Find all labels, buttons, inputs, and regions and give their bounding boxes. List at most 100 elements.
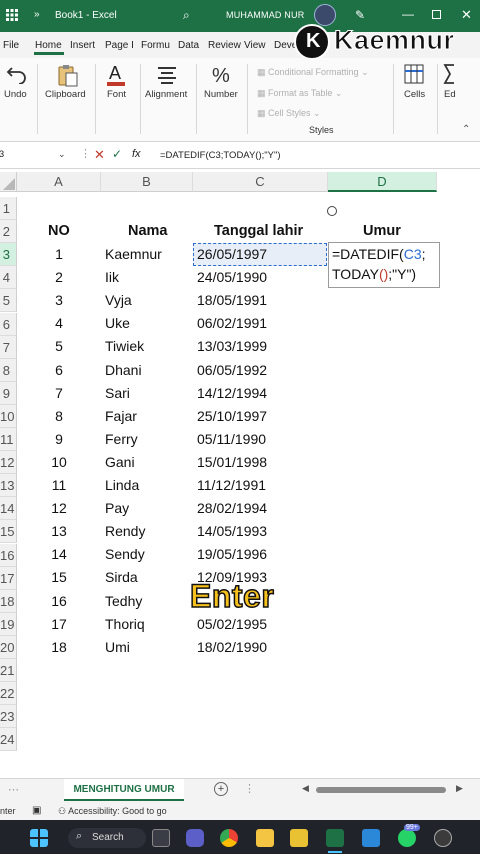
teams-icon[interactable] (186, 829, 204, 847)
cell-nama[interactable]: Sari (105, 385, 130, 401)
cell-no[interactable]: 3 (49, 292, 69, 308)
alignment-icon[interactable] (156, 65, 178, 85)
name-box[interactable]: D3 (0, 149, 12, 160)
clipboard-icon[interactable] (55, 63, 79, 87)
cell-tanggal-lahir[interactable]: 18/02/1990 (197, 639, 267, 655)
cell-nama[interactable]: Tedhy (105, 593, 142, 609)
cell-no[interactable]: 9 (49, 431, 69, 447)
select-all-corner[interactable] (0, 172, 17, 192)
add-sheet-icon[interactable]: + (214, 782, 228, 796)
cell-nama[interactable]: Linda (105, 477, 139, 493)
cell-tanggal-lahir[interactable]: 05/11/1990 (197, 431, 266, 447)
search-icon[interactable]: ⌕ (183, 8, 190, 23)
user-name[interactable]: MUHAMMAD NUR (226, 10, 304, 20)
row-header[interactable]: 18 (0, 589, 17, 613)
minimize-icon[interactable]: — (402, 7, 414, 21)
cell-no[interactable]: 15 (49, 569, 69, 585)
windows-start-icon[interactable] (30, 829, 48, 847)
cell-no[interactable]: 17 (49, 616, 69, 632)
cell-nama[interactable]: Uke (105, 315, 130, 331)
column-header-b[interactable]: B (101, 172, 193, 192)
cell-no[interactable]: 11 (49, 477, 69, 493)
row-header[interactable]: 20 (0, 635, 17, 659)
row-header[interactable]: 16 (0, 543, 17, 567)
cell-nama[interactable]: Tiwiek (105, 338, 144, 354)
cell-nama[interactable]: Sendy (105, 546, 145, 562)
number-label[interactable]: Number (204, 89, 238, 100)
column-header-d[interactable]: D (328, 172, 437, 192)
percent-icon[interactable]: % (210, 63, 232, 87)
undo-label[interactable]: Undo (4, 89, 27, 100)
tab-formulas[interactable]: Formu (141, 40, 170, 51)
cell-nama[interactable]: Rendy (105, 523, 145, 539)
header-umur[interactable]: Umur (363, 223, 401, 239)
tab-home[interactable]: Home (35, 40, 62, 51)
row-header[interactable]: 13 (0, 474, 17, 498)
font-label[interactable]: Font (107, 89, 126, 100)
tab-review[interactable]: Review (208, 40, 241, 51)
row-header[interactable]: 5 (0, 289, 17, 313)
cell-nama[interactable]: Iik (105, 269, 119, 285)
cell-tanggal-lahir[interactable]: 06/05/1992 (197, 362, 267, 378)
cell-styles-button[interactable]: ▦ Cell Styles ⌄ (257, 108, 321, 119)
cell-tanggal-lahir[interactable]: 05/02/1995 (197, 616, 267, 632)
format-as-table-button[interactable]: ▦ Format as Table ⌄ (257, 88, 342, 99)
sheet-tab-menghitung-umur[interactable]: MENGHITUNG UMUR (64, 779, 184, 801)
sheet-options-icon[interactable]: ⋮ (244, 782, 255, 795)
task-view-icon[interactable] (152, 829, 170, 847)
clipboard-label[interactable]: Clipboard (45, 89, 86, 100)
cell-nama[interactable]: Ferry (105, 431, 138, 447)
column-header-c[interactable]: C (193, 172, 328, 192)
cell-tanggal-lahir[interactable]: 14/05/1993 (197, 523, 267, 539)
row-header[interactable]: 12 (0, 451, 17, 475)
cell-no[interactable]: 13 (49, 523, 69, 539)
row-header[interactable]: 3 (0, 243, 17, 267)
close-icon[interactable]: ✕ (461, 7, 472, 23)
notes-icon[interactable] (290, 829, 308, 847)
cell-no[interactable]: 5 (49, 338, 69, 354)
scroll-right-icon[interactable]: ▶ (456, 783, 463, 794)
row-header[interactable]: 11 (0, 428, 17, 451)
cell-no[interactable]: 7 (49, 385, 69, 401)
row-header[interactable]: 10 (0, 404, 17, 428)
cell-nama[interactable]: Thoriq (105, 616, 145, 632)
cell-nama[interactable]: Fajar (105, 408, 137, 424)
cell-tanggal-lahir[interactable]: 24/05/1990 (197, 269, 267, 285)
column-header-a[interactable]: A (17, 172, 101, 192)
insert-function-icon[interactable]: fx (132, 148, 141, 160)
accessibility-status[interactable]: ⚇ Accessibility: Good to go (58, 806, 167, 817)
cell-tanggal-lahir[interactable]: 25/10/1997 (197, 408, 267, 424)
file-explorer-icon[interactable] (256, 829, 274, 847)
cancel-icon[interactable]: ✕ (94, 147, 105, 163)
cell-no[interactable]: 16 (49, 593, 69, 609)
cells-label[interactable]: Cells (404, 89, 425, 100)
cell-no[interactable]: 10 (49, 454, 69, 470)
header-no[interactable]: NO (48, 223, 70, 239)
row-header[interactable]: 9 (0, 381, 17, 405)
editing-label[interactable]: Ed (444, 89, 456, 100)
cell-no[interactable]: 4 (49, 315, 69, 331)
row-header[interactable]: 23 (0, 705, 17, 729)
row-header[interactable]: 4 (0, 266, 17, 290)
tab-file[interactable]: File (3, 40, 19, 51)
cell-nama[interactable]: Umi (105, 639, 130, 655)
cells-icon[interactable] (403, 63, 425, 85)
editing-icon[interactable] (443, 63, 457, 85)
name-box-dropdown-icon[interactable]: ⌄ (58, 149, 66, 160)
tab-insert[interactable]: Insert (70, 40, 95, 51)
maximize-icon[interactable] (432, 10, 441, 19)
alignment-label[interactable]: Alignment (145, 89, 187, 100)
cell-tanggal-lahir[interactable]: 14/12/1994 (197, 385, 267, 401)
collapse-ribbon-icon[interactable]: ⌃ (462, 124, 470, 135)
row-header[interactable]: 17 (0, 566, 17, 590)
pen-icon[interactable]: ✎ (355, 8, 365, 22)
cell-tanggal-lahir[interactable]: 18/05/1991 (197, 292, 267, 308)
cell-no[interactable]: 1 (49, 246, 69, 262)
cell-tanggal-lahir[interactable]: 26/05/1997 (197, 246, 267, 262)
cell-no[interactable]: 6 (49, 362, 69, 378)
cell-nama[interactable]: Gani (105, 454, 135, 470)
cell-no[interactable]: 14 (49, 546, 69, 562)
tab-page-layout[interactable]: Page I (105, 40, 134, 51)
row-header[interactable]: 8 (0, 358, 17, 382)
enter-icon[interactable]: ✓ (112, 147, 122, 161)
